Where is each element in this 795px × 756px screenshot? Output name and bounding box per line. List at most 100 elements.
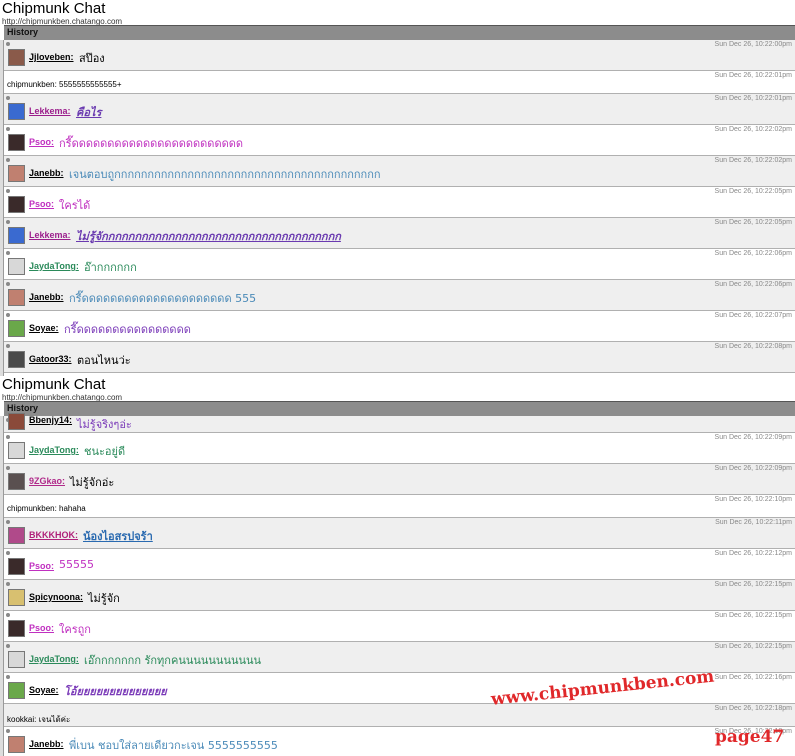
status-dot-icon xyxy=(6,96,10,100)
avatar[interactable] xyxy=(8,134,25,151)
message-row: Lekkema: คือไร Sun Dec 26, 10:22:01pm xyxy=(4,94,795,125)
message-text: น้องไอสรปจร้า xyxy=(83,530,153,543)
message-row: Psoo: ใครถูก Sun Dec 26, 10:22:15pm xyxy=(4,611,795,642)
message-row: Psoo: ใครได้ Sun Dec 26, 10:22:05pm xyxy=(4,187,795,218)
username-link[interactable]: Psoo: xyxy=(29,199,54,209)
avatar[interactable] xyxy=(8,413,25,430)
status-dot-icon xyxy=(6,282,10,286)
avatar[interactable] xyxy=(8,351,25,368)
system-message-text: kookkai: เจนได้ค่ะ xyxy=(7,715,71,724)
status-dot-icon xyxy=(6,189,10,193)
username-link[interactable]: Bbenjy14: xyxy=(29,415,72,425)
message-list[interactable]: Jjloveben: สป๊อง Sun Dec 26, 10:22:00pm chi… xyxy=(4,40,795,378)
message-row: BKKKHOK: น้องไอสรปจร้า Sun Dec 26, 10:22:1… xyxy=(4,518,795,549)
username-link[interactable]: Janebb: xyxy=(29,168,64,178)
system-message-text: chipmunkben: 5555555555555+ xyxy=(7,80,122,89)
message-text: ไม่รู้จักอ่ะ xyxy=(70,476,115,489)
message-row: Gatoor33: ตอนไหนว่ะ Sun Dec 26, 10:22:08pm xyxy=(4,342,795,373)
avatar[interactable] xyxy=(8,682,25,699)
status-dot-icon xyxy=(6,344,10,348)
status-dot-icon xyxy=(6,127,10,131)
username-link[interactable]: BKKKHOK: xyxy=(29,530,78,540)
avatar[interactable] xyxy=(8,320,25,337)
history-label: History xyxy=(7,403,39,413)
username-link[interactable]: Soyae: xyxy=(29,323,59,333)
username-link[interactable]: Gatoor33: xyxy=(29,354,72,364)
message-row: Psoo: 55555 Sun Dec 26, 10:22:12pm xyxy=(4,549,795,580)
message-list[interactable]: Bbenjy14: ไม่รู้จริงๆอ่ะ JaydaTong: ชนะอยู่… xyxy=(4,413,795,756)
avatar[interactable] xyxy=(8,589,25,606)
status-dot-icon xyxy=(6,729,10,733)
message-timestamp: Sun Dec 26, 10:22:12pm xyxy=(714,550,792,557)
avatar[interactable] xyxy=(8,651,25,668)
message-text: เจนตอบถูกกกกกกกกกกกกกกกกกกกกกกกกกกกกกกกก… xyxy=(69,168,381,181)
avatar[interactable] xyxy=(8,103,25,120)
message-timestamp: Sun Dec 26, 10:22:01pm xyxy=(714,72,792,79)
username-link[interactable]: 9ZGkao: xyxy=(29,476,65,486)
message-timestamp: Sun Dec 26, 10:22:02pm xyxy=(714,126,792,133)
message-row: Lekkema: ไม่รู้จักกกกกกกกกกกกกกกกกกกกกกกก… xyxy=(4,218,795,249)
message-timestamp: Sun Dec 26, 10:22:06pm xyxy=(714,250,792,257)
message-timestamp: Sun Dec 26, 10:22:06pm xyxy=(714,281,792,288)
message-row: Soyae: โอ้ยยยยยยยยยยยยยย Sun Dec 26, 10:22… xyxy=(4,673,795,704)
message-text: กรี๊ดดดดดดดดดดดดดดดด xyxy=(64,323,191,336)
avatar[interactable] xyxy=(8,620,25,637)
message-row: Jjloveben: สป๊อง Sun Dec 26, 10:22:00pm xyxy=(4,40,795,71)
message-text: ตอนไหนว่ะ xyxy=(77,354,131,367)
avatar[interactable] xyxy=(8,558,25,575)
username-link[interactable]: Spicynoona: xyxy=(29,592,83,602)
message-timestamp: Sun Dec 26, 10:22:15pm xyxy=(714,643,792,650)
avatar[interactable] xyxy=(8,473,25,490)
username-link[interactable]: Soyae: xyxy=(29,685,59,695)
message-text: ใครได้ xyxy=(59,199,91,212)
status-dot-icon xyxy=(6,644,10,648)
username-link[interactable]: Janebb: xyxy=(29,739,64,749)
chat-panel-top: Chipmunk Chat http://chipmunkben.chatang… xyxy=(0,0,795,378)
message-timestamp: Sun Dec 26, 10:22:05pm xyxy=(714,188,792,195)
status-dot-icon xyxy=(6,675,10,679)
avatar[interactable] xyxy=(8,736,25,753)
message-row: Janebb: กรี๊ดดดดดดดดดดดดดดดดดดดดด 555 Sun … xyxy=(4,280,795,311)
avatar[interactable] xyxy=(8,258,25,275)
system-message-row: chipmunkben: hahaha Sun Dec 26, 10:22:10p… xyxy=(4,495,795,518)
message-text: ชนะอยู่ดี xyxy=(84,445,126,458)
avatar[interactable] xyxy=(8,196,25,213)
username-link[interactable]: JaydaTong: xyxy=(29,654,79,664)
message-row: 9ZGkao: ไม่รู้จักอ่ะ Sun Dec 26, 10:22:09p… xyxy=(4,464,795,495)
username-link[interactable]: Psoo: xyxy=(29,137,54,147)
chat-panel-bottom: Chipmunk Chat http://chipmunkben.chatang… xyxy=(0,376,795,756)
message-row: Psoo: กรี๊ดดดดดดดดดดดดดดดดดดดดดดดด Sun Dec… xyxy=(4,125,795,156)
history-label: History xyxy=(7,27,39,37)
chat-title: Chipmunk Chat xyxy=(2,376,106,393)
message-row: Janebb: เจนตอบถูกกกกกกกกกกกกกกกกกกกกกกกกก… xyxy=(4,156,795,187)
avatar[interactable] xyxy=(8,165,25,182)
history-tab[interactable]: History xyxy=(4,25,795,41)
chat-title: Chipmunk Chat xyxy=(2,0,106,17)
username-link[interactable]: Psoo: xyxy=(29,561,54,571)
username-link[interactable]: Lekkema: xyxy=(29,106,71,116)
message-text: สป๊อง xyxy=(79,52,105,65)
username-link[interactable]: Psoo: xyxy=(29,623,54,633)
message-row: Janebb: พี่เบน ชอบใส่ลายเดียวกะเจน 555555… xyxy=(4,727,795,756)
username-link[interactable]: JaydaTong: xyxy=(29,445,79,455)
username-link[interactable]: JaydaTong: xyxy=(29,261,79,271)
avatar[interactable] xyxy=(8,49,25,66)
message-text: กรี๊ดดดดดดดดดดดดดดดดดดดดดดดด xyxy=(59,137,244,150)
status-dot-icon xyxy=(6,251,10,255)
message-timestamp: Sun Dec 26, 10:22:16pm xyxy=(714,674,792,681)
avatar[interactable] xyxy=(8,289,25,306)
message-timestamp: Sun Dec 26, 10:22:07pm xyxy=(714,312,792,319)
username-link[interactable]: Lekkema: xyxy=(29,230,71,240)
message-text: ไม่รู้จริงๆอ่ะ xyxy=(77,418,132,431)
status-dot-icon xyxy=(6,42,10,46)
username-link[interactable]: Janebb: xyxy=(29,292,64,302)
message-timestamp: Sun Dec 26, 10:22:08pm xyxy=(714,343,792,350)
message-timestamp: Sun Dec 26, 10:22:02pm xyxy=(714,157,792,164)
message-text: คือไร xyxy=(76,106,102,119)
message-row: Soyae: กรี๊ดดดดดดดดดดดดดดดด Sun Dec 26, 10… xyxy=(4,311,795,342)
avatar[interactable] xyxy=(8,442,25,459)
username-link[interactable]: Jjloveben: xyxy=(29,52,74,62)
avatar[interactable] xyxy=(8,227,25,244)
message-text: พี่เบน ชอบใส่ลายเดียวกะเจน 5555555555 xyxy=(69,739,278,752)
avatar[interactable] xyxy=(8,527,25,544)
